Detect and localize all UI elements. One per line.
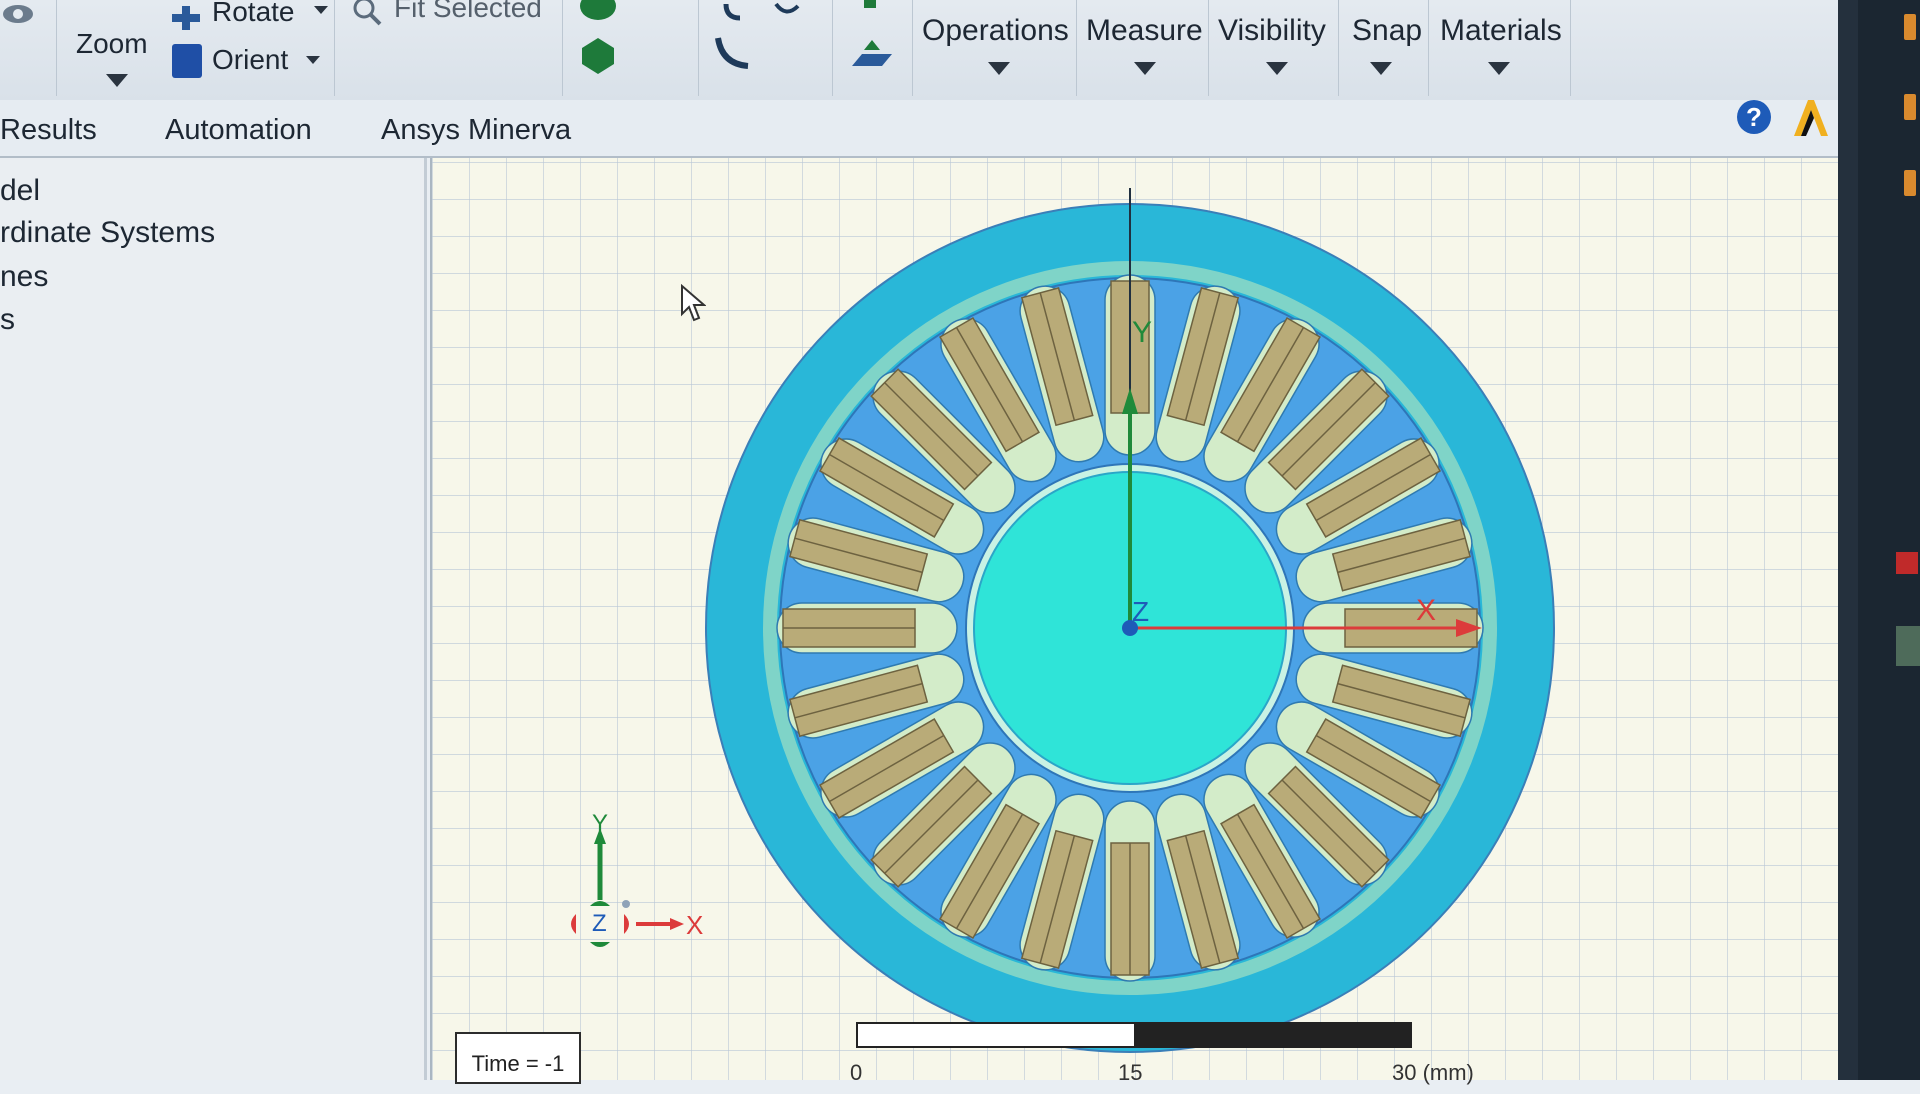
side-marker[interactable] [1904, 14, 1916, 40]
polygon-tool-icon[interactable] [578, 36, 618, 81]
fit-selected-button[interactable]: Fit Selected [350, 0, 550, 28]
mouse-cursor-icon [680, 283, 707, 329]
y-axis-label: Y [1132, 316, 1153, 349]
tab-bar: Results Automation Ansys Minerva [0, 100, 1838, 158]
scale-label-end: 30 (mm) [1392, 1060, 1474, 1085]
small-tool-icon[interactable] [864, 0, 876, 8]
zoom-button[interactable]: Zoom [66, 22, 162, 94]
help-icon[interactable]: ? [1737, 100, 1771, 134]
time-indicator: Time = -1 [455, 1032, 581, 1084]
orientation-triad[interactable]: Y Z X [542, 810, 704, 978]
chevron-down-icon [314, 6, 328, 14]
side-panel-strip-inner [1858, 0, 1920, 1080]
menu-materials-label: Materials [1440, 14, 1562, 47]
fit-selected-icon [350, 0, 390, 31]
tab-ansys-minerva[interactable]: Ansys Minerva [381, 114, 571, 147]
menu-operations-label: Operations [922, 14, 1069, 47]
x-axis-label: X [1416, 594, 1437, 627]
tab-results[interactable]: Results [0, 114, 97, 147]
side-marker[interactable] [1904, 94, 1916, 120]
tree-item-planes[interactable]: nes [0, 260, 48, 294]
chevron-down-icon [106, 74, 128, 87]
chevron-down-icon [1370, 62, 1392, 75]
triad-x-label: X [686, 910, 704, 940]
ribbon-toolbar: Zoom Rotate Orient Fit Selected Operatio… [0, 0, 1838, 101]
menu-measure-label: Measure [1086, 14, 1203, 47]
z-axis-label: Z [1132, 596, 1150, 627]
menu-measure[interactable]: Measure [1076, 0, 1208, 96]
menu-visibility-label: Visibility [1218, 14, 1326, 47]
curve-tool-icon[interactable] [712, 34, 762, 79]
shape-tool-icon[interactable] [578, 0, 618, 29]
plane-tool-icon[interactable] [850, 36, 894, 77]
triad-y-label: Y [592, 810, 609, 837]
graphics-viewport[interactable]: Y Z X Y Z X [430, 158, 1840, 1080]
warning-marker-icon[interactable] [1896, 552, 1918, 574]
fit-selected-label: Fit Selected [394, 0, 542, 23]
chevron-down-icon [1134, 62, 1156, 75]
menu-snap[interactable]: Snap [1338, 0, 1426, 96]
orient-icon [172, 44, 202, 78]
side-badge[interactable] [1896, 626, 1920, 666]
side-marker[interactable] [1904, 170, 1916, 196]
tree-item-coordinate-systems[interactable]: rdinate Systems [0, 216, 215, 250]
orient-label: Orient [212, 44, 289, 75]
scale-bar [856, 1022, 1412, 1048]
chevron-down-icon [1488, 62, 1510, 75]
chevron-down-icon [988, 62, 1010, 75]
menu-operations[interactable]: Operations [912, 0, 1074, 96]
tree-item-lists[interactable]: s [0, 303, 15, 337]
chevron-down-icon [306, 56, 320, 64]
tree-item-model[interactable]: del [0, 174, 40, 208]
menu-snap-label: Snap [1352, 14, 1423, 47]
tab-automation[interactable]: Automation [165, 114, 312, 147]
rotate-label: Rotate [212, 0, 295, 27]
ansys-logo [1790, 98, 1832, 143]
rotate-icon [168, 0, 204, 35]
eye-icon[interactable] [2, 2, 38, 26]
rotate-button[interactable]: Rotate [168, 0, 328, 30]
scale-label-start: 0 [850, 1060, 863, 1085]
chevron-down-icon [1266, 62, 1288, 75]
triad-z-label: Z [592, 910, 607, 937]
scale-label-mid: 15 [1118, 1060, 1143, 1085]
model-tree-panel: del rdinate Systems nes s [0, 158, 427, 1080]
menu-materials[interactable]: Materials [1428, 0, 1568, 96]
orient-button[interactable]: Orient [168, 42, 328, 82]
arc-tool-icon[interactable] [716, 0, 806, 35]
menu-visibility[interactable]: Visibility [1208, 0, 1336, 96]
zoom-label: Zoom [76, 28, 148, 59]
